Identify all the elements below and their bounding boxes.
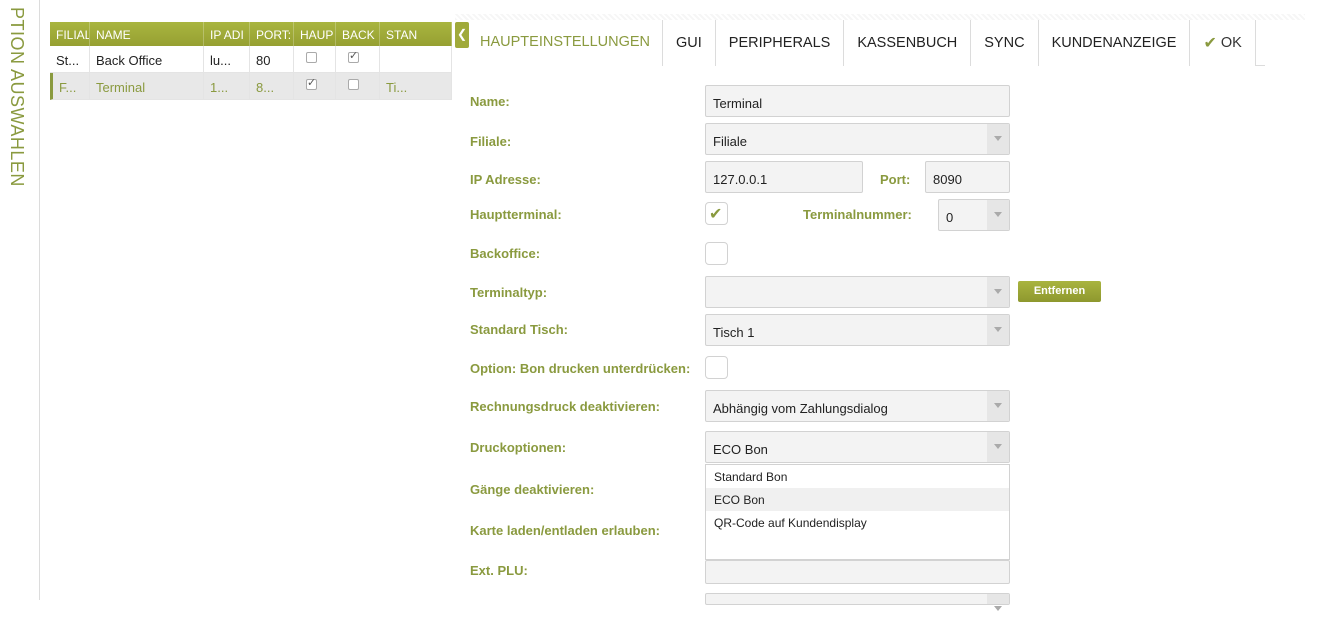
cell-port: 8... <box>250 73 294 99</box>
tab-kassenbuch[interactable]: KASSENBUCH <box>843 20 971 66</box>
name-input[interactable]: Terminal <box>705 85 1010 117</box>
settings-tabs: HAUPTEINSTELLUNGEN GUI PERIPHERALS KASSE… <box>480 20 1265 66</box>
terminalnummer-select[interactable]: 0 <box>938 199 1010 231</box>
next-select-partial[interactable] <box>705 593 1010 611</box>
terminalnummer-value: 0 <box>946 210 954 225</box>
chevron-down-icon <box>987 594 1009 611</box>
haupt-checkbox <box>306 76 317 90</box>
hauptterminal-label: Hauptterminal: <box>470 207 562 222</box>
side-panel-label: PTION AUSWAHLEN <box>7 7 27 187</box>
cell-filiale: F... <box>53 73 90 99</box>
cell-name: Back Office <box>90 46 204 72</box>
port-label: Port: <box>880 172 911 187</box>
ip-address-input[interactable]: 127.0.0.1 <box>705 161 863 193</box>
rechnungsdruck-label: Rechnungsdruck deaktivieren: <box>470 399 660 414</box>
terminaltyp-select[interactable] <box>705 276 1010 308</box>
cell-back <box>336 73 380 99</box>
table-header: FILIAL NAME IP ADI PORT: HAUP BACK STAN <box>50 22 452 46</box>
standard-tisch-value: Tisch 1 <box>713 325 755 340</box>
collapse-arrow-icon[interactable]: ❮ <box>455 22 469 48</box>
port-input[interactable]: 8090 <box>925 161 1010 193</box>
cell-haupt <box>294 73 336 99</box>
back-checkbox <box>348 49 359 63</box>
druckoptionen-select[interactable]: ECO Bon <box>705 431 1010 463</box>
cell-stan <box>380 46 452 72</box>
ok-button-label: OK <box>1220 35 1242 51</box>
chevron-down-icon <box>987 315 1009 345</box>
column-header-name[interactable]: NAME <box>90 22 204 46</box>
terminal-table: FILIAL NAME IP ADI PORT: HAUP BACK STAN … <box>50 22 452 100</box>
column-header-haupt[interactable]: HAUP <box>294 22 336 46</box>
chevron-down-icon <box>987 124 1009 154</box>
bon-unterdruecken-label: Option: Bon drucken unterdrücken: <box>470 361 691 376</box>
haupt-checkbox <box>306 52 317 63</box>
cell-back <box>336 46 380 72</box>
column-header-ip[interactable]: IP ADI <box>204 22 250 46</box>
tab-kundenanzeige[interactable]: KUNDENANZEIGE <box>1037 20 1190 66</box>
druckoptionen-dropdown-list: Standard Bon ECO Bon QR-Code auf Kundend… <box>705 464 1010 560</box>
filiale-select[interactable]: Filiale <box>705 123 1010 155</box>
chevron-down-icon <box>987 432 1009 462</box>
backoffice-checkbox[interactable] <box>705 242 728 265</box>
cell-ip: lu... <box>204 46 250 72</box>
druckoptionen-value: ECO Bon <box>713 442 768 457</box>
chevron-down-icon <box>987 277 1009 307</box>
hauptterminal-checkbox[interactable] <box>705 202 728 225</box>
ok-button[interactable]: ✔ OK <box>1189 20 1255 66</box>
karte-label: Karte laden/entladen erlauben: <box>470 523 660 538</box>
tab-sync[interactable]: SYNC <box>970 20 1038 66</box>
ext-plu-input[interactable] <box>705 560 1010 584</box>
chevron-down-icon <box>987 391 1009 421</box>
checkmark-icon: ✔ <box>1203 35 1217 52</box>
gaenge-label: Gänge deaktivieren: <box>470 482 595 497</box>
chevron-down-icon <box>987 200 1009 230</box>
bon-unterdruecken-checkbox[interactable] <box>705 356 728 379</box>
backoffice-label: Backoffice: <box>470 246 541 261</box>
rechnungsdruck-select[interactable]: Abhängig vom Zahlungsdialog <box>705 390 1010 422</box>
cell-name: Terminal <box>90 73 204 99</box>
remove-button[interactable]: Entfernen <box>1018 281 1101 302</box>
dropdown-option[interactable]: QR-Code auf Kundendisplay <box>706 511 1009 534</box>
terminal-settings-screen: PTION AUSWAHLEN FILIAL NAME IP ADI PORT:… <box>0 0 1317 644</box>
ip-address-label: IP Adresse: <box>470 172 541 187</box>
name-label: Name: <box>470 94 510 109</box>
dropdown-option[interactable]: Standard Bon <box>706 465 1009 488</box>
standard-tisch-select[interactable]: Tisch 1 <box>705 314 1010 346</box>
dropdown-option-selected[interactable]: ECO Bon <box>706 488 1009 511</box>
terminalnummer-label: Terminalnummer: <box>803 207 912 222</box>
column-header-port[interactable]: PORT: <box>250 22 294 46</box>
ext-plu-label: Ext. PLU: <box>470 563 528 578</box>
cell-stan: Ti... <box>380 73 452 99</box>
tabs-end <box>1254 20 1265 66</box>
cell-port: 80 <box>250 46 294 72</box>
druckoptionen-label: Druckoptionen: <box>470 440 567 455</box>
tab-haupteinstellungen[interactable]: HAUPTEINSTELLUNGEN <box>480 20 663 66</box>
standard-tisch-label: Standard Tisch: <box>470 322 569 337</box>
tab-gui[interactable]: GUI <box>662 20 715 66</box>
filiale-select-value: Filiale <box>713 134 747 149</box>
cell-filiale: St... <box>50 46 90 72</box>
table-row-selected[interactable]: F... Terminal 1... 8... Ti... <box>50 73 452 100</box>
tab-peripherals[interactable]: PERIPHERALS <box>714 20 844 66</box>
cell-haupt <box>294 46 336 72</box>
column-header-back[interactable]: BACK <box>336 22 380 46</box>
terminaltyp-label: Terminaltyp: <box>470 285 548 300</box>
table-row[interactable]: St... Back Office lu... 80 <box>50 46 452 73</box>
cell-ip: 1... <box>204 73 250 99</box>
filiale-label: Filiale: <box>470 134 512 149</box>
column-header-stan[interactable]: STAN <box>380 22 452 46</box>
side-panel[interactable]: PTION AUSWAHLEN <box>0 0 40 600</box>
back-checkbox <box>348 79 359 90</box>
rechnungsdruck-value: Abhängig vom Zahlungsdialog <box>713 401 888 416</box>
column-header-filiale[interactable]: FILIAL <box>50 22 90 46</box>
